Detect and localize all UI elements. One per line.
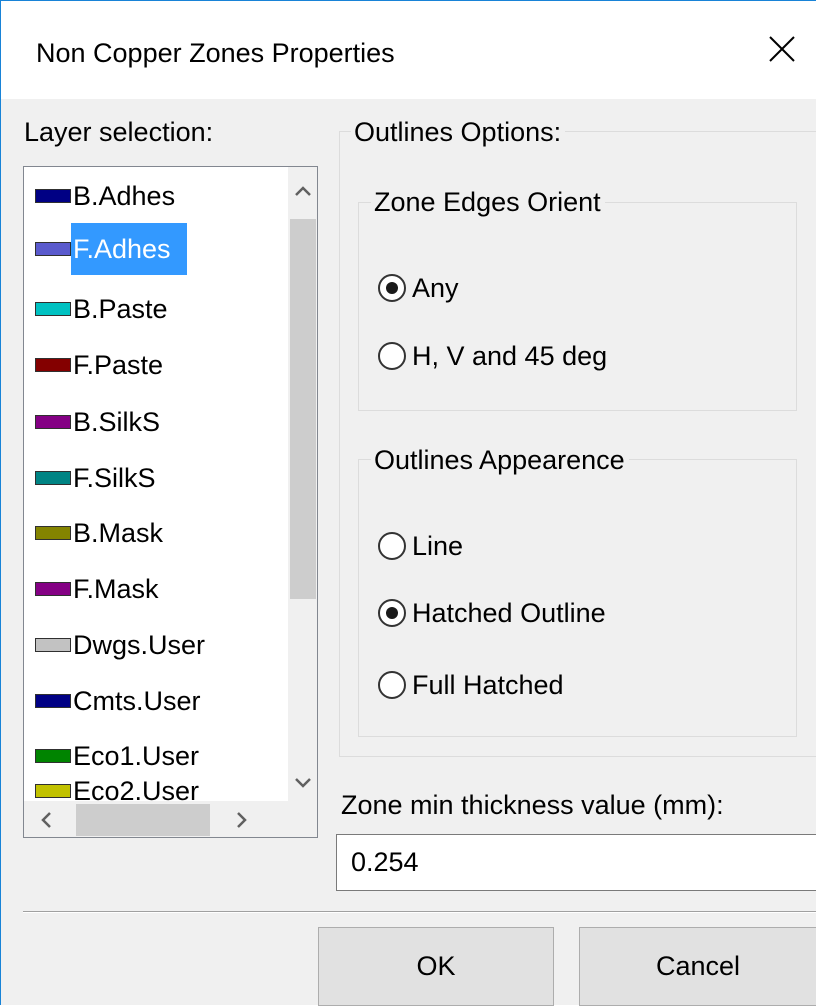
layer-color-swatch: [35, 242, 71, 256]
layer-item-label: Eco2.User: [73, 776, 200, 806]
chevron-right-icon: [237, 812, 247, 828]
layer-item-label: Dwgs.User: [73, 630, 206, 660]
radio-button[interactable]: [378, 342, 406, 370]
radio-any[interactable]: Any: [378, 268, 459, 308]
outlines-options-label: Outlines Options:: [351, 115, 566, 149]
radio-hatched-outline-label: Hatched Outline: [412, 598, 606, 628]
radio-button[interactable]: [378, 671, 406, 699]
layer-color-swatch: [35, 189, 71, 203]
radio-full-hatched-label: Full Hatched: [412, 670, 564, 700]
layer-color-swatch: [35, 694, 71, 708]
layer-item-label: Eco1.User: [73, 741, 200, 771]
close-button[interactable]: [758, 25, 806, 73]
layer-selection-label: Layer selection:: [24, 117, 214, 147]
zone-edges-orient-label: Zone Edges Orient: [371, 185, 605, 219]
scroll-right-button[interactable]: [220, 801, 264, 837]
layer-color-swatch: [35, 471, 71, 485]
layer-item-b-paste[interactable]: B.Paste: [35, 283, 285, 335]
layer-item-label: B.Paste: [73, 294, 168, 324]
radio-line-label: Line: [412, 531, 464, 561]
layer-item-label: Cmts.User: [73, 686, 201, 716]
layer-color-swatch: [35, 784, 71, 798]
layer-item-b-mask[interactable]: B.Mask: [35, 507, 285, 559]
dialog-window: Non Copper Zones Properties Layer select…: [0, 0, 816, 1006]
scroll-down-button[interactable]: [288, 763, 317, 803]
scroll-up-button[interactable]: [288, 171, 317, 211]
radio-any-label: Any: [412, 273, 459, 303]
layer-color-swatch: [35, 526, 71, 540]
layer-item-b-adhes[interactable]: B.Adhes: [35, 170, 285, 222]
layer-item-f-paste[interactable]: F.Paste: [35, 339, 285, 391]
horizontal-scroll-thumb[interactable]: [76, 804, 210, 836]
close-icon: [769, 36, 795, 62]
vertical-scroll-thumb[interactable]: [290, 219, 316, 599]
layer-list[interactable]: B.Adhes F.Adhes B.Paste F.Paste B.SilkS …: [23, 166, 318, 838]
title-bar: Non Copper Zones Properties: [1, 1, 816, 99]
chevron-up-icon: [295, 186, 311, 196]
radio-button-checked[interactable]: [378, 274, 406, 302]
layer-item-f-adhes[interactable]: F.Adhes: [35, 223, 285, 275]
layer-item-label: F.Adhes: [71, 223, 187, 275]
layer-item-eco2-user[interactable]: Eco2.User: [35, 776, 285, 806]
layer-item-label: B.SilkS: [73, 407, 161, 437]
layer-color-swatch: [35, 302, 71, 316]
layer-item-f-silks[interactable]: F.SilkS: [35, 452, 285, 504]
radio-hatched-outline[interactable]: Hatched Outline: [378, 593, 606, 633]
layer-color-swatch: [35, 582, 71, 596]
outlines-appearence-label: Outlines Appearence: [371, 443, 629, 477]
ok-button[interactable]: OK: [318, 927, 554, 1006]
layer-color-swatch: [35, 358, 71, 372]
scroll-left-button[interactable]: [24, 801, 68, 837]
cancel-button[interactable]: Cancel: [579, 927, 816, 1006]
min-thickness-input[interactable]: 0.254: [336, 834, 816, 891]
chevron-down-icon: [295, 778, 311, 788]
separator-highlight: [23, 912, 816, 913]
layer-item-f-mask[interactable]: F.Mask: [35, 563, 285, 615]
layer-color-swatch: [35, 415, 71, 429]
radio-h-v-45-deg[interactable]: H, V and 45 deg: [378, 336, 607, 376]
layer-item-label: F.SilkS: [73, 463, 156, 493]
radio-button[interactable]: [378, 532, 406, 560]
chevron-left-icon: [41, 812, 51, 828]
layer-item-label: F.Mask: [73, 574, 159, 604]
layer-item-label: B.Adhes: [73, 181, 176, 211]
radio-full-hatched[interactable]: Full Hatched: [378, 665, 564, 705]
layer-color-swatch: [35, 749, 71, 763]
layer-item-cmts-user[interactable]: Cmts.User: [35, 675, 285, 727]
radio-button-checked[interactable]: [378, 599, 406, 627]
horizontal-scrollbar[interactable]: [24, 801, 288, 837]
layer-item-label: F.Paste: [73, 350, 164, 380]
scrollbar-corner: [288, 801, 317, 837]
layer-item-eco1-user[interactable]: Eco1.User: [35, 730, 285, 782]
dialog-title: Non Copper Zones Properties: [36, 38, 395, 68]
layer-item-dwgs-user[interactable]: Dwgs.User: [35, 619, 285, 671]
radio-line[interactable]: Line: [378, 526, 463, 566]
layer-item-label: B.Mask: [73, 518, 164, 548]
layer-item-b-silks[interactable]: B.SilkS: [35, 396, 285, 448]
min-thickness-label: Zone min thickness value (mm):: [341, 790, 724, 820]
vertical-scrollbar[interactable]: [288, 167, 317, 803]
layer-color-swatch: [35, 638, 71, 652]
radio-h-v-45-deg-label: H, V and 45 deg: [412, 341, 608, 371]
